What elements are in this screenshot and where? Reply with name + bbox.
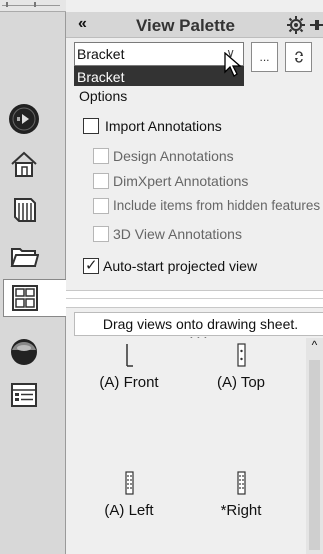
design-annotations-label: Design Annotations bbox=[113, 148, 234, 164]
view-palette-panel: « View Palette Bracket ∨ Bracket ... Opt… bbox=[66, 0, 323, 554]
view-label: *Right bbox=[220, 502, 262, 519]
view-palette-icon bbox=[11, 285, 38, 311]
views-grid: (A) Front (A) Top (A) Left *Right bbox=[74, 338, 306, 554]
gear-icon[interactable] bbox=[287, 16, 305, 39]
home-tab[interactable] bbox=[3, 145, 45, 183]
design-annotations-checkbox[interactable] bbox=[93, 148, 109, 164]
custom-properties-icon bbox=[11, 383, 37, 407]
appearances-tab[interactable] bbox=[3, 333, 45, 371]
document-select[interactable]: Bracket ∨ bbox=[74, 42, 244, 66]
views-scrollbar[interactable]: ^ bbox=[306, 338, 323, 554]
panel-header: « View Palette bbox=[66, 12, 323, 38]
solidworks-resources-tab[interactable] bbox=[3, 100, 45, 138]
front-view-thumbnail-icon bbox=[126, 344, 133, 367]
auto-start-label: Auto-start projected view bbox=[103, 258, 258, 274]
folder-icon bbox=[10, 248, 39, 267]
hidden-features-label: Include items from hidden features bbox=[113, 198, 321, 213]
top-view-thumbnail-icon bbox=[237, 343, 246, 367]
3d-view-annotations-label: 3D View Annotations bbox=[113, 226, 242, 242]
dropdown-option-highlighted[interactable]: Bracket bbox=[74, 66, 244, 86]
3d-view-annotations-checkbox[interactable] bbox=[93, 226, 109, 242]
view-palette-tab[interactable] bbox=[3, 279, 67, 317]
file-explorer-tab[interactable] bbox=[3, 237, 45, 275]
refresh-button[interactable] bbox=[285, 42, 312, 72]
appearances-icon bbox=[11, 339, 37, 365]
solidworks-resources-icon bbox=[9, 104, 39, 134]
strip-title-bar bbox=[0, 0, 66, 12]
custom-properties-tab[interactable] bbox=[3, 376, 45, 414]
hidden-features-checkbox[interactable] bbox=[93, 198, 109, 214]
view-item-left[interactable]: (A) Left bbox=[74, 470, 184, 519]
view-label: (A) Top bbox=[216, 374, 266, 391]
view-item-top[interactable]: (A) Top bbox=[186, 342, 296, 391]
view-item-front[interactable]: (A) Front bbox=[74, 342, 184, 391]
left-view-thumbnail-icon bbox=[125, 471, 134, 495]
scrollbar-thumb[interactable] bbox=[309, 360, 320, 550]
collapse-button[interactable]: « bbox=[78, 15, 87, 33]
drag-hint-banner: Drag views onto drawing sheet. bbox=[74, 312, 323, 336]
refresh-icon bbox=[294, 51, 304, 63]
task-pane-tab-strip bbox=[0, 0, 67, 554]
options-heading: Options bbox=[79, 88, 128, 104]
import-annotations-checkbox[interactable] bbox=[83, 118, 99, 134]
auto-start-checkbox[interactable] bbox=[83, 256, 99, 274]
browse-button[interactable]: ... bbox=[251, 42, 278, 72]
view-item-right[interactable]: *Right bbox=[186, 470, 296, 519]
scroll-up-icon[interactable]: ^ bbox=[306, 338, 323, 356]
right-view-thumbnail-icon bbox=[237, 471, 246, 495]
section-splitter[interactable] bbox=[66, 290, 323, 308]
design-library-icon bbox=[14, 198, 36, 222]
dimxpert-annotations-label: DimXpert Annotations bbox=[113, 173, 249, 189]
document-select-value: Bracket bbox=[77, 46, 125, 62]
pin-icon[interactable] bbox=[310, 17, 323, 38]
design-library-tab[interactable] bbox=[3, 190, 45, 228]
view-label: (A) Front bbox=[99, 374, 159, 391]
view-label: (A) Left bbox=[104, 502, 154, 519]
mouse-cursor-icon bbox=[224, 51, 242, 83]
home-icon bbox=[11, 151, 37, 177]
dimxpert-annotations-checkbox[interactable] bbox=[93, 173, 109, 189]
import-annotations-label: Import Annotations bbox=[105, 118, 222, 134]
panel-title: View Palette bbox=[136, 16, 235, 35]
